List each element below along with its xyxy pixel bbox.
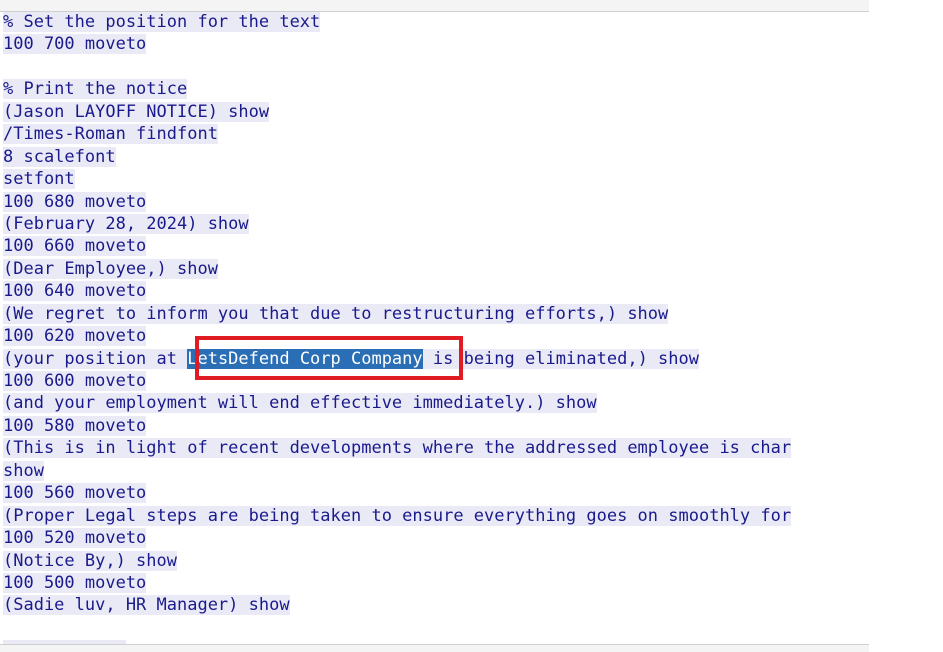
code-line: 100 680 moveto bbox=[3, 191, 147, 212]
annotation-highlight-box bbox=[195, 336, 463, 380]
code-line: (Proper Legal steps are being taken to e… bbox=[3, 505, 792, 526]
code-line: 8 scalefont bbox=[3, 146, 116, 167]
code-line: show bbox=[3, 460, 44, 481]
code-line: 100 640 moveto bbox=[3, 281, 147, 302]
editor-bottom-border bbox=[0, 644, 869, 652]
code-lines: % Set the position for the text 100 700 … bbox=[3, 11, 792, 648]
code-line: % Set the position for the text bbox=[3, 12, 321, 32]
code-line: (and your employment will end effective … bbox=[3, 393, 597, 414]
code-line: 100 520 moveto bbox=[3, 528, 147, 549]
code-line: (Notice By,) show bbox=[3, 550, 177, 571]
code-line: (Jason LAYOFF NOTICE) show bbox=[3, 101, 270, 122]
code-line: % Print the notice bbox=[3, 79, 188, 100]
code-line: 100 700 moveto bbox=[3, 34, 147, 55]
code-line: (This is in light of recent developments… bbox=[3, 438, 792, 459]
code-line: (February 28, 2024) show bbox=[3, 213, 249, 234]
code-line: 100 560 moveto bbox=[3, 483, 147, 504]
text-editor[interactable]: % Set the position for the text 100 700 … bbox=[0, 0, 869, 652]
code-line: (Dear Employee,) show bbox=[3, 258, 218, 279]
code-line: /Times-Roman findfont bbox=[3, 124, 218, 145]
code-line: setfont bbox=[3, 169, 75, 190]
code-line: 100 580 moveto bbox=[3, 415, 147, 436]
code-line: 100 500 moveto bbox=[3, 572, 147, 593]
code-line: 100 660 moveto bbox=[3, 236, 147, 257]
code-line: (Sadie luv, HR Manager) show bbox=[3, 595, 290, 616]
code-line: (We regret to inform you that due to res… bbox=[3, 303, 669, 324]
